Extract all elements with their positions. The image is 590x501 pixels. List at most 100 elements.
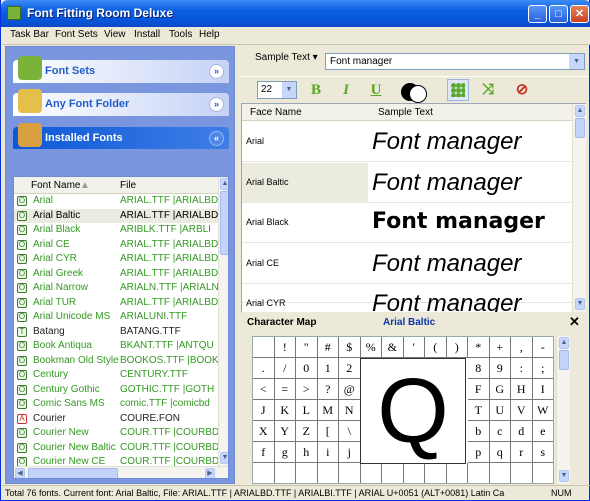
font-list-row[interactable]: O Arial ARIAL.TTF |ARIALBD [14, 194, 218, 209]
column-file[interactable]: File [120, 180, 136, 191]
menu-font-sets[interactable]: Font Sets [55, 29, 98, 40]
char-cell[interactable]: 8 [468, 358, 490, 379]
char-cell[interactable]: q [489, 442, 511, 463]
char-cell[interactable]: 1 [317, 358, 339, 379]
char-cell[interactable]: s [532, 442, 553, 463]
font-list-row[interactable]: O Courier New Baltic COUR.TTF |COURBD [14, 441, 218, 456]
char-cell[interactable]: g [274, 442, 296, 463]
char-cell[interactable]: J [253, 400, 275, 421]
char-cell[interactable]: * [468, 337, 490, 358]
char-cell[interactable]: T [468, 400, 490, 421]
bold-icon[interactable]: B [305, 79, 327, 101]
char-cell[interactable]: e [532, 421, 553, 442]
font-list-row[interactable]: O Courier New COUR.TTF |COURBD [14, 426, 218, 441]
charmap-vscroll[interactable]: ▲ ▼ [556, 336, 570, 484]
char-cell[interactable]: j [339, 442, 361, 463]
preview-vscroll[interactable]: ▲ ▼ [572, 104, 586, 312]
char-cell[interactable]: . [253, 358, 275, 379]
char-cell[interactable] [253, 463, 275, 483]
char-cell[interactable]: ' [403, 337, 425, 358]
font-list-vscroll[interactable]: ▲ ▼ [218, 177, 228, 466]
char-cell[interactable]: Y [274, 421, 296, 442]
char-cell[interactable]: : [511, 358, 533, 379]
font-list-hscroll[interactable]: ◀ ▶ [14, 466, 228, 478]
char-cell[interactable] [490, 463, 511, 483]
char-cell[interactable] [468, 463, 490, 483]
char-cell[interactable]: - [532, 337, 553, 358]
char-cell[interactable]: / [274, 358, 296, 379]
hscroll-thumb[interactable] [28, 468, 118, 478]
font-list-row[interactable]: O Arial TUR ARIAL.TTF |ARIALBD [14, 296, 218, 311]
char-cell[interactable]: + [489, 337, 511, 358]
char-cell[interactable]: , [511, 337, 533, 358]
char-cell[interactable]: c [489, 421, 511, 442]
char-cell[interactable]: Z [296, 421, 318, 442]
char-cell[interactable]: N [339, 400, 361, 421]
scroll-up-arrow[interactable]: ▲ [559, 337, 569, 349]
scroll-up-arrow[interactable]: ▲ [575, 105, 585, 117]
menu-help[interactable]: Help [199, 29, 220, 40]
menu-install[interactable]: Install [134, 29, 160, 40]
char-cell[interactable]: # [317, 337, 339, 358]
char-cell[interactable]: > [296, 379, 318, 400]
font-list-row[interactable]: O Century Gothic GOTHIC.TTF |GOTH [14, 383, 218, 398]
char-cell[interactable]: \ [339, 421, 361, 442]
char-cell[interactable]: @ [339, 379, 361, 400]
char-cell[interactable] [318, 463, 339, 483]
char-cell[interactable]: W [532, 400, 553, 421]
char-cell[interactable]: p [468, 442, 490, 463]
chevron-down-icon[interactable]: ▼ [282, 82, 296, 98]
font-list-row[interactable]: O Bookman Old Style BOOKOS.TTF |BOOK [14, 354, 218, 369]
sample-text-dropdown[interactable]: Sample Text ▾ [255, 52, 318, 63]
char-cell[interactable]: ! [274, 337, 296, 358]
char-cell[interactable]: V [511, 400, 533, 421]
preview-row[interactable]: Arial Baltic Font manager [242, 162, 572, 203]
char-cell[interactable] [339, 463, 361, 483]
font-size-select[interactable]: 22 ▼ [257, 81, 297, 99]
group-installed-fonts[interactable]: Installed Fonts « [13, 123, 229, 149]
char-cell[interactable]: ? [317, 379, 339, 400]
title-bar[interactable]: Font Fitting Room Deluxe _ □ ✕ [1, 0, 590, 27]
char-cell[interactable]: ) [446, 337, 468, 358]
uninstall-icon[interactable]: ⊘ [511, 79, 533, 101]
char-cell[interactable]: ( [425, 337, 447, 358]
char-cell[interactable]: H [511, 379, 533, 400]
char-cell[interactable] [361, 463, 382, 483]
char-cell[interactable]: L [296, 400, 318, 421]
group-any-folder[interactable]: Any Font Folder » [13, 89, 229, 116]
maximize-button[interactable]: □ [549, 5, 568, 23]
char-cell[interactable]: U [489, 400, 511, 421]
column-face-name[interactable]: Face Name [250, 107, 302, 118]
char-cell[interactable]: & [382, 337, 404, 358]
font-list-row[interactable]: O Arial CE ARIAL.TTF |ARIALBD [14, 238, 218, 253]
char-cell[interactable]: < [253, 379, 275, 400]
char-cell[interactable]: = [274, 379, 296, 400]
char-cell[interactable] [275, 463, 296, 483]
menu-view[interactable]: View [104, 29, 126, 40]
column-font-name[interactable]: Font Name [31, 180, 80, 191]
font-list-row[interactable]: O Arial Black ARIBLK.TTF |ARBLI [14, 223, 218, 238]
char-cell[interactable]: ; [532, 358, 553, 379]
sample-text-input[interactable]: Font manager ▼ [325, 53, 585, 70]
color-picker-icon[interactable] [397, 79, 435, 103]
char-cell[interactable]: K [274, 400, 296, 421]
char-cell[interactable]: X [253, 421, 275, 442]
scroll-thumb[interactable] [575, 118, 585, 138]
char-cell[interactable]: 9 [489, 358, 511, 379]
char-cell[interactable]: 2 [339, 358, 361, 379]
char-cell[interactable]: b [468, 421, 490, 442]
font-list-row[interactable]: A Courier COURE.FON [14, 412, 218, 427]
scroll-right-arrow[interactable]: ▶ [205, 468, 215, 478]
scroll-down-arrow[interactable]: ▼ [575, 298, 585, 310]
char-cell[interactable]: i [317, 442, 339, 463]
char-cell[interactable] [425, 463, 447, 483]
preview-row[interactable]: Arial Font manager [242, 122, 572, 162]
char-cell[interactable] [382, 463, 404, 483]
char-cell[interactable]: M [317, 400, 339, 421]
close-button[interactable]: ✕ [570, 5, 589, 23]
font-list-row[interactable]: O Arial Unicode MS ARIALUNI.TTF [14, 310, 218, 325]
char-cell[interactable]: F [468, 379, 490, 400]
char-cell[interactable] [296, 463, 318, 483]
char-cell[interactable]: I [532, 379, 553, 400]
scroll-down-arrow[interactable]: ▼ [559, 470, 569, 482]
